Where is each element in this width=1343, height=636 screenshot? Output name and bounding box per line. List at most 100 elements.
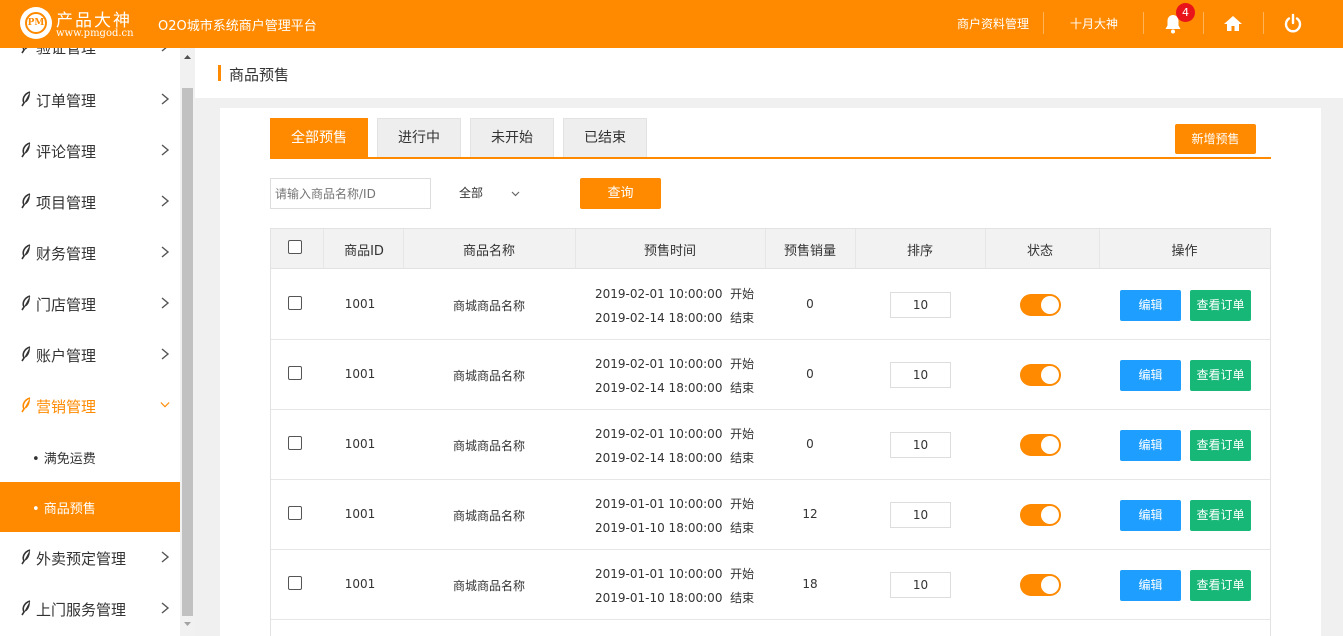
chevron-right-icon	[161, 348, 170, 360]
edit-button[interactable]: 编辑	[1120, 360, 1181, 391]
presale-sales: 0	[806, 297, 814, 311]
header-actions: 操作	[1171, 244, 1198, 259]
sidebar: 验证管理 订单管理 评论管理 项目管理 财务管理 门店管理 账户管理 营销管理 …	[0, 48, 180, 636]
sidebar-item-finance[interactable]: 财务管理	[0, 228, 180, 279]
presale-table: 商品ID 商品名称 预售时间 预售销量 排序 状态 操作 1001 商城商品名称…	[270, 228, 1271, 636]
sidebar-item-label: 上门服务管理	[36, 601, 127, 619]
presale-start-time: 2019-01-01 10:00:00 开始	[595, 567, 755, 581]
table-row: 1001 商城商品名称 2019-01-01 10:00:00 开始 2019-…	[271, 480, 1270, 550]
leaf-icon	[21, 549, 31, 565]
row-checkbox[interactable]	[288, 296, 302, 310]
leaf-icon	[21, 346, 31, 362]
select-all-checkbox[interactable]	[288, 240, 302, 254]
status-select[interactable]: 全部	[456, 178, 536, 209]
leaf-icon	[21, 397, 31, 413]
sidebar-scroll-thumb[interactable]	[182, 88, 193, 616]
toggle-knob	[1041, 576, 1059, 594]
add-presale-button[interactable]: 新增预售	[1175, 124, 1256, 154]
toggle-knob	[1041, 296, 1059, 314]
product-id: 1001	[344, 577, 376, 591]
search-input[interactable]	[270, 178, 431, 209]
view-orders-button[interactable]: 查看订单	[1190, 360, 1251, 391]
presale-start-time: 2019-02-01 10:00:00 开始	[595, 427, 755, 441]
edit-button[interactable]: 编辑	[1120, 430, 1181, 461]
query-button[interactable]: 查询	[580, 178, 661, 209]
tab-not-started[interactable]: 未开始	[470, 118, 554, 158]
presale-end-time: 2019-02-14 18:00:00 结束	[595, 381, 755, 395]
row-checkbox[interactable]	[288, 366, 302, 380]
merchant-profile-link[interactable]: 商户资料管理	[957, 15, 1029, 32]
tab-underline	[270, 157, 1271, 159]
home-icon[interactable]	[1221, 12, 1245, 36]
sidebar-item-verification[interactable]: 验证管理	[0, 48, 180, 73]
top-header: PM 产品大神 www.pmgod.cn O2O城市系统商户管理平台 商户资料管…	[0, 0, 1343, 48]
sort-input[interactable]: 10	[890, 292, 951, 318]
view-orders-button[interactable]: 查看订单	[1190, 430, 1251, 461]
product-name: 商城商品名称	[452, 509, 525, 523]
sidebar-subitem-presale[interactable]: • 商品预售	[0, 482, 180, 532]
chevron-right-icon	[161, 551, 170, 563]
presale-end-time: 2019-02-14 18:00:00 结束	[595, 311, 755, 325]
presale-sales: 18	[802, 577, 818, 591]
sidebar-item-home-service[interactable]: 上门服务管理	[0, 584, 180, 635]
view-orders-button[interactable]: 查看订单	[1190, 500, 1251, 531]
row-checkbox[interactable]	[288, 506, 302, 520]
edit-button[interactable]: 编辑	[1120, 570, 1181, 601]
status-toggle[interactable]	[1020, 434, 1061, 456]
row-checkbox[interactable]	[288, 436, 302, 450]
status-toggle[interactable]	[1020, 364, 1061, 386]
chevron-right-icon	[161, 144, 170, 156]
presale-start-time: 2019-01-01 10:00:00 开始	[595, 497, 755, 511]
status-select-value: 全部	[459, 186, 484, 200]
sidebar-subitem-label: • 商品预售	[32, 502, 96, 517]
chevron-right-icon	[161, 48, 167, 52]
presale-sales: 0	[806, 367, 814, 381]
power-icon[interactable]	[1281, 12, 1305, 36]
sidebar-item-label: 外卖预定管理	[36, 550, 127, 568]
view-orders-button[interactable]: 查看订单	[1190, 570, 1251, 601]
header-divider	[1043, 12, 1044, 34]
sort-input[interactable]: 10	[890, 362, 951, 388]
table-row: 1001 商城商品名称 2019-02-01 10:00:00 开始 2019-…	[271, 270, 1270, 340]
header-divider	[1203, 12, 1204, 34]
tab-ended[interactable]: 已结束	[563, 118, 647, 158]
row-checkbox[interactable]	[288, 576, 302, 590]
edit-button[interactable]: 编辑	[1120, 500, 1181, 531]
sidebar-item-projects[interactable]: 项目管理	[0, 177, 180, 228]
header-status: 状态	[1026, 244, 1053, 259]
main-panel: 全部预售 进行中 未开始 已结束 新增预售 全部 查询 商品ID 商品名称 预售…	[220, 108, 1321, 636]
scroll-up-icon[interactable]	[183, 52, 192, 61]
sidebar-item-takeout[interactable]: 外卖预定管理	[0, 533, 180, 584]
sort-input[interactable]: 10	[890, 572, 951, 598]
edit-button[interactable]: 编辑	[1120, 290, 1181, 321]
leaf-icon	[21, 244, 31, 260]
header-presale-sales: 预售销量	[783, 244, 836, 259]
sidebar-item-label: 评论管理	[36, 143, 97, 161]
tab-all-presale[interactable]: 全部预售	[270, 118, 368, 158]
sort-input[interactable]: 10	[890, 502, 951, 528]
user-name-link[interactable]: 十月大神	[1070, 15, 1118, 32]
presale-sales: 12	[802, 507, 818, 521]
scroll-down-icon[interactable]	[183, 620, 192, 629]
sidebar-subitem-free-shipping[interactable]: • 满免运费	[0, 432, 180, 482]
page-title: 商品预售	[229, 66, 290, 84]
sidebar-item-orders[interactable]: 订单管理	[0, 75, 180, 126]
status-toggle[interactable]	[1020, 504, 1061, 526]
sidebar-item-accounts[interactable]: 账户管理	[0, 330, 180, 381]
leaf-icon	[21, 142, 31, 158]
sort-input[interactable]: 10	[890, 432, 951, 458]
sidebar-item-stores[interactable]: 门店管理	[0, 279, 180, 330]
header-divider	[1143, 12, 1144, 34]
status-toggle[interactable]	[1020, 574, 1061, 596]
chevron-right-icon	[161, 93, 170, 105]
chevron-down-icon	[511, 191, 520, 197]
header-product-id: 商品ID	[344, 244, 384, 259]
status-toggle[interactable]	[1020, 294, 1061, 316]
leaf-icon	[21, 295, 31, 311]
sidebar-item-reviews[interactable]: 评论管理	[0, 126, 180, 177]
view-orders-button[interactable]: 查看订单	[1190, 290, 1251, 321]
leaf-icon	[21, 600, 31, 616]
header-sort: 排序	[906, 244, 933, 259]
sidebar-item-marketing[interactable]: 营销管理	[0, 381, 180, 432]
tab-in-progress[interactable]: 进行中	[377, 118, 461, 158]
